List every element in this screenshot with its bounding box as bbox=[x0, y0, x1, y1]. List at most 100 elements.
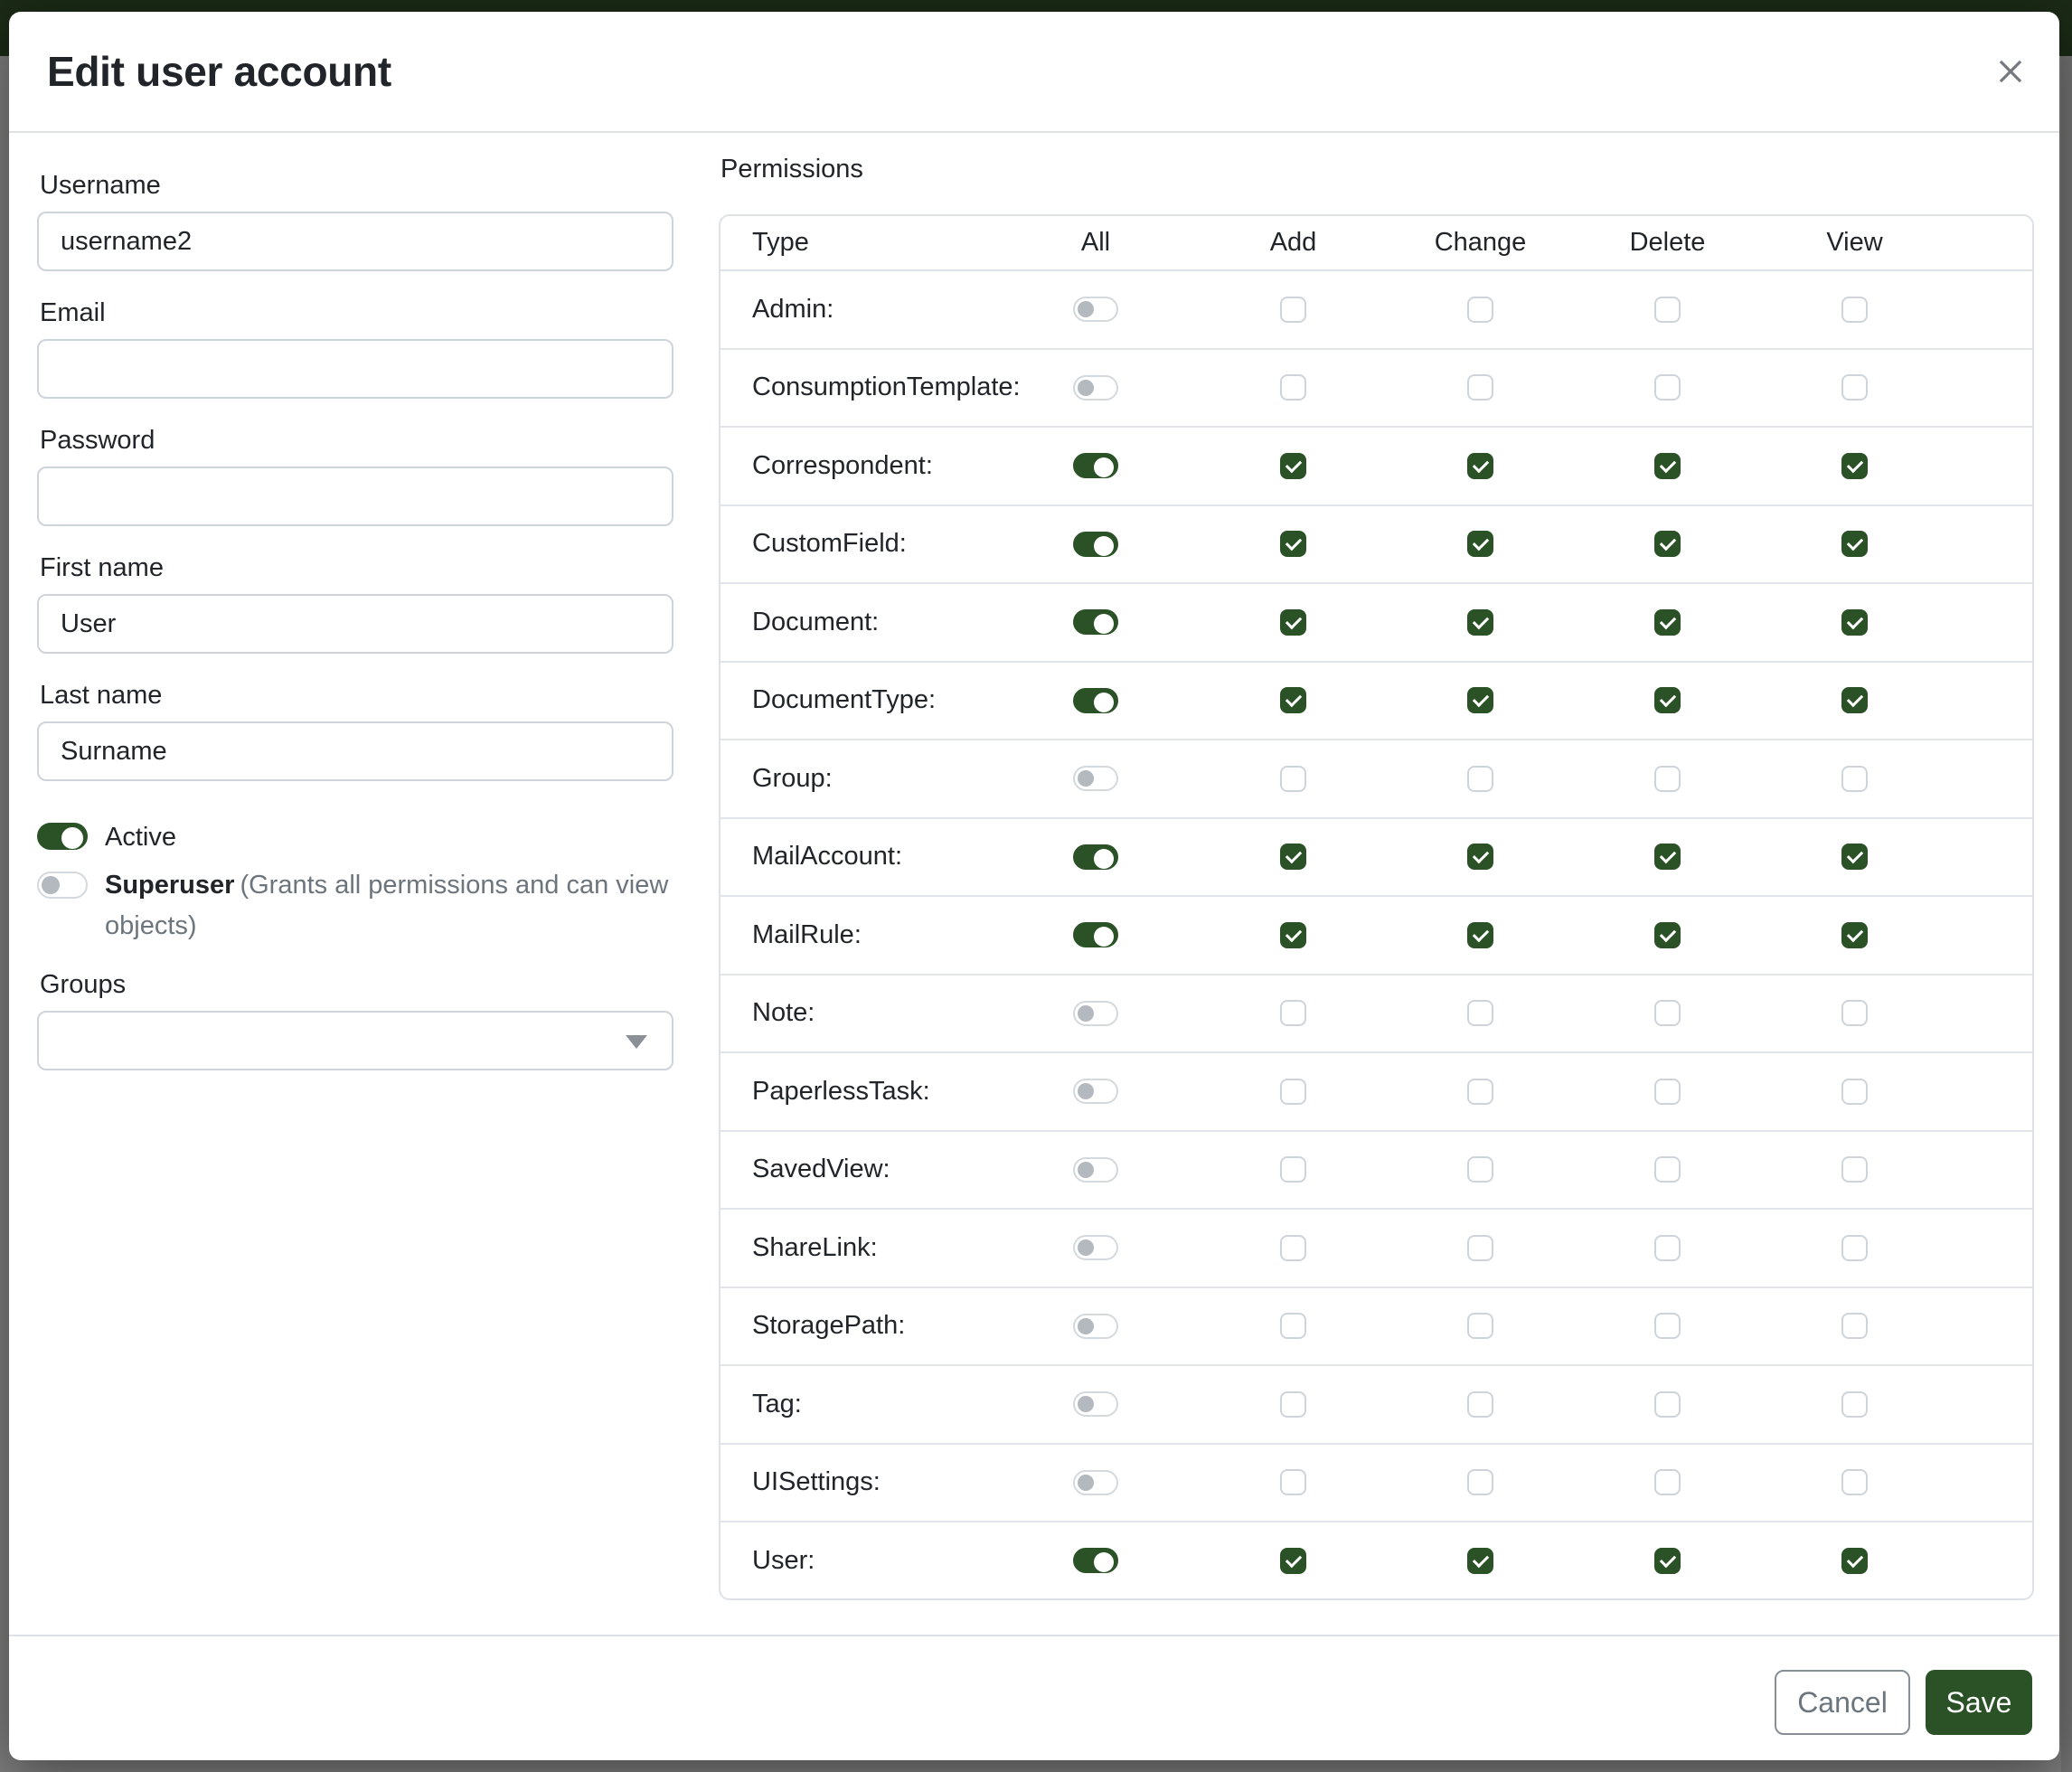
perm-toggle-all-savedview[interactable] bbox=[1073, 1157, 1118, 1183]
perm-toggle-all-user[interactable] bbox=[1073, 1548, 1118, 1573]
perm-toggle-all-document[interactable] bbox=[1073, 609, 1118, 635]
perm-checkbox-change-admin[interactable] bbox=[1467, 297, 1493, 323]
groups-select[interactable] bbox=[37, 1011, 673, 1070]
perm-checkbox-view-customfield[interactable] bbox=[1841, 531, 1868, 557]
perm-checkbox-add-uisettings[interactable] bbox=[1280, 1469, 1306, 1495]
perm-toggle-all-customfield[interactable] bbox=[1073, 532, 1118, 557]
perm-checkbox-delete-correspondent[interactable] bbox=[1654, 453, 1681, 479]
perm-checkbox-view-correspondent[interactable] bbox=[1841, 453, 1868, 479]
perm-checkbox-change-savedview[interactable] bbox=[1467, 1156, 1493, 1183]
perm-checkbox-change-uisettings[interactable] bbox=[1467, 1469, 1493, 1495]
perm-toggle-all-uisettings[interactable] bbox=[1073, 1470, 1118, 1495]
perm-checkbox-delete-paperlesstask[interactable] bbox=[1654, 1079, 1681, 1105]
perm-checkbox-view-user[interactable] bbox=[1841, 1548, 1868, 1574]
perm-toggle-all-storagepath[interactable] bbox=[1073, 1314, 1118, 1339]
perm-checkbox-add-document[interactable] bbox=[1280, 609, 1306, 636]
last-name-input[interactable] bbox=[37, 721, 673, 781]
superuser-label: Superuser bbox=[105, 871, 234, 900]
perm-checkbox-add-correspondent[interactable] bbox=[1280, 453, 1306, 479]
perm-checkbox-change-tag[interactable] bbox=[1467, 1391, 1493, 1418]
perm-checkbox-add-consumptiontemplate[interactable] bbox=[1280, 374, 1306, 401]
save-button[interactable]: Save bbox=[1926, 1670, 2032, 1735]
perm-checkbox-delete-documenttype[interactable] bbox=[1654, 687, 1681, 713]
perm-checkbox-add-storagepath[interactable] bbox=[1280, 1313, 1306, 1339]
perm-checkbox-view-mailaccount[interactable] bbox=[1841, 844, 1868, 870]
perm-checkbox-delete-group[interactable] bbox=[1654, 766, 1681, 792]
perm-checkbox-delete-note[interactable] bbox=[1654, 1000, 1681, 1026]
perm-checkbox-change-paperlesstask[interactable] bbox=[1467, 1079, 1493, 1105]
perm-checkbox-delete-mailrule[interactable] bbox=[1654, 922, 1681, 948]
perm-checkbox-change-mailaccount[interactable] bbox=[1467, 844, 1493, 870]
perm-checkbox-change-consumptiontemplate[interactable] bbox=[1467, 374, 1493, 401]
perm-checkbox-add-sharelink[interactable] bbox=[1280, 1235, 1306, 1261]
perm-toggle-all-correspondent[interactable] bbox=[1073, 453, 1118, 478]
perm-checkbox-view-savedview[interactable] bbox=[1841, 1156, 1868, 1183]
perm-checkbox-delete-mailaccount[interactable] bbox=[1654, 844, 1681, 870]
superuser-toggle[interactable] bbox=[37, 872, 88, 899]
perm-checkbox-change-group[interactable] bbox=[1467, 766, 1493, 792]
perm-toggle-all-mailrule[interactable] bbox=[1073, 922, 1118, 947]
perm-checkbox-delete-user[interactable] bbox=[1654, 1548, 1681, 1574]
perm-checkbox-add-group[interactable] bbox=[1280, 766, 1306, 792]
perm-toggle-all-mailaccount[interactable] bbox=[1073, 844, 1118, 870]
perm-checkbox-change-documenttype[interactable] bbox=[1467, 687, 1493, 713]
perm-checkbox-view-note[interactable] bbox=[1841, 1000, 1868, 1026]
perm-checkbox-change-user[interactable] bbox=[1467, 1548, 1493, 1574]
perm-checkbox-delete-document[interactable] bbox=[1654, 609, 1681, 636]
perm-toggle-all-documenttype[interactable] bbox=[1073, 688, 1118, 713]
perm-checkbox-view-mailrule[interactable] bbox=[1841, 922, 1868, 948]
perm-checkbox-add-mailrule[interactable] bbox=[1280, 922, 1306, 948]
perm-checkbox-change-customfield[interactable] bbox=[1467, 531, 1493, 557]
perm-checkbox-delete-admin[interactable] bbox=[1654, 297, 1681, 323]
perm-checkbox-delete-uisettings[interactable] bbox=[1654, 1469, 1681, 1495]
first-name-input[interactable] bbox=[37, 594, 673, 654]
perm-checkbox-add-savedview[interactable] bbox=[1280, 1156, 1306, 1183]
perm-checkbox-add-paperlesstask[interactable] bbox=[1280, 1079, 1306, 1105]
perm-row-label: Group: bbox=[720, 764, 992, 794]
backdrop-scrollbar[interactable] bbox=[2061, 56, 2072, 1772]
perm-checkbox-add-mailaccount[interactable] bbox=[1280, 844, 1306, 870]
perm-checkbox-change-document[interactable] bbox=[1467, 609, 1493, 636]
perm-checkbox-change-storagepath[interactable] bbox=[1467, 1313, 1493, 1339]
perm-checkbox-add-user[interactable] bbox=[1280, 1548, 1306, 1574]
perm-toggle-all-paperlesstask[interactable] bbox=[1073, 1079, 1118, 1104]
perm-checkbox-view-admin[interactable] bbox=[1841, 297, 1868, 323]
perm-checkbox-view-document[interactable] bbox=[1841, 609, 1868, 636]
perm-checkbox-view-uisettings[interactable] bbox=[1841, 1469, 1868, 1495]
perm-checkbox-add-documenttype[interactable] bbox=[1280, 687, 1306, 713]
perm-checkbox-delete-savedview[interactable] bbox=[1654, 1156, 1681, 1183]
username-input[interactable] bbox=[37, 212, 673, 271]
active-toggle[interactable] bbox=[37, 823, 88, 850]
close-button[interactable] bbox=[1985, 46, 2036, 97]
perm-toggle-all-group[interactable] bbox=[1073, 766, 1118, 791]
cancel-button[interactable]: Cancel bbox=[1775, 1670, 1910, 1735]
perm-checkbox-delete-sharelink[interactable] bbox=[1654, 1235, 1681, 1261]
email-input[interactable] bbox=[37, 339, 673, 399]
perm-checkbox-add-admin[interactable] bbox=[1280, 297, 1306, 323]
perm-checkbox-change-note[interactable] bbox=[1467, 1000, 1493, 1026]
perm-checkbox-change-mailrule[interactable] bbox=[1467, 922, 1493, 948]
perm-toggle-all-consumptiontemplate[interactable] bbox=[1073, 375, 1118, 401]
perm-checkbox-delete-consumptiontemplate[interactable] bbox=[1654, 374, 1681, 401]
perm-toggle-all-sharelink[interactable] bbox=[1073, 1235, 1118, 1260]
perm-checkbox-view-storagepath[interactable] bbox=[1841, 1313, 1868, 1339]
perm-checkbox-add-customfield[interactable] bbox=[1280, 531, 1306, 557]
perm-checkbox-change-sharelink[interactable] bbox=[1467, 1235, 1493, 1261]
perm-checkbox-view-tag[interactable] bbox=[1841, 1391, 1868, 1418]
perm-checkbox-view-consumptiontemplate[interactable] bbox=[1841, 374, 1868, 401]
password-input[interactable] bbox=[37, 467, 673, 526]
perm-checkbox-add-tag[interactable] bbox=[1280, 1391, 1306, 1418]
perm-checkbox-view-paperlesstask[interactable] bbox=[1841, 1079, 1868, 1105]
perm-toggle-all-admin[interactable] bbox=[1073, 297, 1118, 322]
perm-checkbox-view-group[interactable] bbox=[1841, 766, 1868, 792]
perm-checkbox-view-documenttype[interactable] bbox=[1841, 687, 1868, 713]
perm-toggle-all-note[interactable] bbox=[1073, 1001, 1118, 1026]
perm-checkbox-delete-tag[interactable] bbox=[1654, 1391, 1681, 1418]
perm-checkbox-view-sharelink[interactable] bbox=[1841, 1235, 1868, 1261]
perm-checkbox-add-note[interactable] bbox=[1280, 1000, 1306, 1026]
perm-checkbox-delete-customfield[interactable] bbox=[1654, 531, 1681, 557]
perm-row-documenttype: DocumentType: bbox=[720, 663, 2032, 741]
perm-checkbox-change-correspondent[interactable] bbox=[1467, 453, 1493, 479]
perm-toggle-all-tag[interactable] bbox=[1073, 1391, 1118, 1417]
perm-checkbox-delete-storagepath[interactable] bbox=[1654, 1313, 1681, 1339]
